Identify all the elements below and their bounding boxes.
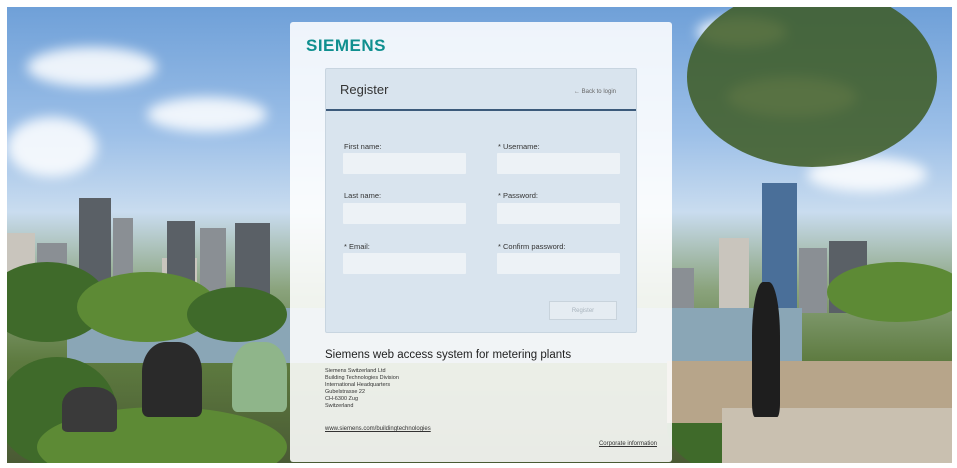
register-title: Register: [340, 82, 389, 97]
cloud: [27, 47, 157, 87]
building: [672, 268, 694, 313]
address-line: Switzerland: [325, 402, 354, 409]
address-line: Building Technologies Division: [325, 374, 399, 381]
tree: [687, 7, 937, 167]
website-link[interactable]: www.siemens.com/buildingtechnologies: [325, 426, 431, 432]
username-label: * Username:: [498, 142, 540, 151]
confirm-password-input[interactable]: [497, 253, 620, 274]
corporate-information-link[interactable]: Corporate information: [599, 441, 657, 447]
address-line: Gubelstrasse 22: [325, 388, 366, 395]
back-to-login-link[interactable]: ← Back to login: [574, 89, 616, 95]
address-line: CH-6300 Zug: [325, 395, 359, 402]
username-input[interactable]: [497, 153, 620, 174]
address-line: International Headquarters: [325, 381, 391, 388]
building: [799, 248, 827, 313]
cloud: [7, 117, 97, 177]
person: [752, 282, 780, 417]
tree: [187, 287, 287, 342]
person: [142, 342, 202, 417]
company-address: Siemens Switzerland Ltd Building Technol…: [325, 368, 399, 409]
register-card-header: Register ← Back to login: [326, 69, 636, 111]
siemens-logo: SIEMENS: [306, 36, 387, 55]
first-name-input[interactable]: [343, 153, 466, 174]
email-label: * Email:: [344, 242, 370, 251]
address-line: Siemens Switzerland Ltd: [325, 368, 386, 374]
person: [232, 342, 287, 412]
email-input[interactable]: [343, 253, 466, 274]
tree: [827, 262, 952, 322]
password-input[interactable]: [497, 203, 620, 224]
login-panel: SIEMENS Register ← Back to login First n…: [290, 22, 672, 462]
register-button[interactable]: Register: [549, 301, 617, 320]
system-title: Siemens web access system for metering p…: [325, 349, 572, 361]
register-card: Register ← Back to login First name: * U…: [325, 68, 637, 333]
last-name-label: Last name:: [344, 191, 382, 200]
last-name-input[interactable]: [343, 203, 466, 224]
cloud: [147, 97, 267, 132]
confirm-password-label: * Confirm password:: [498, 242, 566, 251]
first-name-label: First name:: [344, 142, 382, 151]
password-label: * Password:: [498, 191, 539, 200]
person: [62, 387, 117, 432]
building: [719, 238, 749, 313]
